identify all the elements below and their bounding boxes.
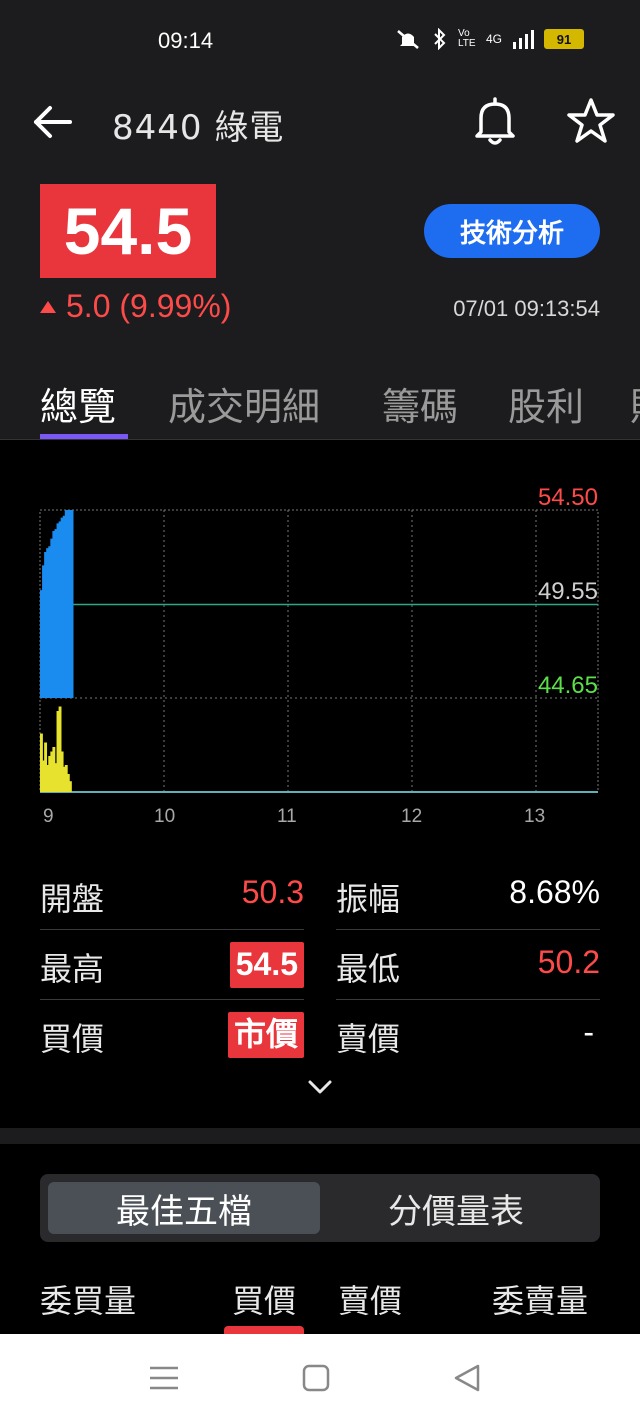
tab-financials[interactable]: 財 <box>630 376 640 431</box>
open-value: 50.3 <box>241 874 304 910</box>
tab-chips[interactable]: 籌碼 <box>382 376 458 431</box>
stat-bid: 買價 市價 <box>40 1002 304 1070</box>
y-label-low: 44.65 <box>537 672 598 699</box>
stat-ask: 賣價 - <box>336 1002 600 1070</box>
signal-icon <box>513 30 534 49</box>
high-label: 最高 <box>40 950 105 988</box>
mute-icon <box>397 30 419 49</box>
x-tick-10: 10 <box>154 806 176 827</box>
quote-header: 8440 綠電 54.5 技術分析 5.0 (9.99%) 07/01 09:1… <box>0 84 640 440</box>
x-tick-12: 12 <box>401 806 423 827</box>
stat-amplitude: 振幅 8.68% <box>336 862 600 930</box>
x-tick-13: 13 <box>524 806 546 827</box>
bluetooth-icon <box>434 28 446 50</box>
current-price-value: 54.5 <box>63 194 193 268</box>
ask-value: - <box>583 1014 594 1050</box>
ask-price-header: 賣價 <box>338 1282 403 1320</box>
up-triangle-icon <box>40 300 56 313</box>
tab-bar: 總覽 成交明細 籌碼 股利 財 <box>0 370 640 440</box>
status-bar: 09:14 Vo LTE 4G 91 <box>0 0 640 84</box>
tab-overview[interactable]: 總覽 <box>40 376 116 431</box>
amplitude-value: 8.68% <box>509 874 600 910</box>
page-title: 8440 綠電 <box>112 108 285 148</box>
bid-qty-header: 委買量 <box>40 1282 137 1320</box>
stat-low: 最低 50.2 <box>336 932 600 1000</box>
volume-bar-14 <box>68 781 72 792</box>
bell-icon[interactable] <box>472 96 518 146</box>
stat-high: 最高 54.5 <box>40 932 304 1000</box>
chart-frame <box>39 509 599 793</box>
open-label: 開盤 <box>40 880 105 918</box>
network-label: 4G <box>485 32 502 46</box>
recent-apps-icon[interactable] <box>144 1360 184 1396</box>
home-icon[interactable] <box>296 1360 336 1396</box>
low-label: 最低 <box>336 950 401 988</box>
technical-analysis-button[interactable]: 技術分析 <box>424 204 600 258</box>
quote-timestamp: 07/01 09:13:54 <box>453 296 600 321</box>
high-value: 54.5 <box>229 942 304 988</box>
y-label-high: 54.50 <box>537 484 598 511</box>
ask-label: 賣價 <box>336 1020 401 1058</box>
best-five-button[interactable]: 最佳五檔 <box>48 1182 320 1234</box>
chevron-down-icon[interactable] <box>304 1074 336 1100</box>
active-tab-indicator <box>40 434 128 439</box>
back-nav-icon[interactable] <box>448 1360 488 1396</box>
star-icon[interactable] <box>566 96 616 146</box>
ask-qty-header: 委賣量 <box>492 1282 589 1320</box>
price-volume-button[interactable]: 分價量表 <box>320 1182 592 1234</box>
tab-trade-details[interactable]: 成交明細 <box>168 376 320 431</box>
volte-icon: Vo LTE <box>457 28 476 49</box>
price-bar-14 <box>68 510 74 698</box>
amplitude-label: 振幅 <box>336 880 401 918</box>
status-time: 09:14 <box>158 28 214 53</box>
back-arrow-icon[interactable] <box>32 104 76 140</box>
x-tick-9: 9 <box>43 806 54 827</box>
y-label-ref: 49.55 <box>537 578 598 605</box>
stat-open: 開盤 50.3 <box>40 862 304 930</box>
x-tick-11: 11 <box>277 806 297 827</box>
battery-icon: 91 <box>544 29 584 49</box>
section-divider <box>0 1128 640 1144</box>
bid-price-highlight <box>224 1326 304 1334</box>
orderbook-segmented-control: 最佳五檔 分價量表 <box>40 1174 600 1242</box>
system-nav-bar <box>0 1334 640 1422</box>
intraday-chart: 54.50 49.55 44.65 9 10 11 12 13 <box>0 440 640 830</box>
status-icons: Vo LTE 4G 91 <box>394 28 584 50</box>
current-price: 54.5 <box>40 184 216 278</box>
bid-value: 市價 <box>227 1012 304 1058</box>
price-change: 5.0 (9.99%) <box>40 288 231 325</box>
low-value: 50.2 <box>537 944 600 980</box>
bid-price-header: 買價 <box>232 1282 297 1320</box>
tab-dividends[interactable]: 股利 <box>508 376 584 431</box>
price-change-value: 5.0 (9.99%) <box>66 288 232 324</box>
bid-label: 買價 <box>40 1020 105 1058</box>
